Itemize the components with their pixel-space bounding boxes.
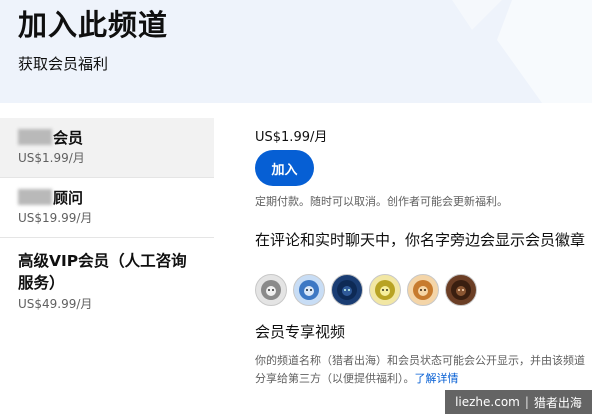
selected-tier-price: US$1.99/月 xyxy=(255,130,328,145)
redacted-text xyxy=(18,189,52,205)
site-watermark: liezhe.com | 猎者出海 xyxy=(445,390,592,414)
tier-name: 顾问 xyxy=(18,188,214,208)
lion-badge-icon xyxy=(369,274,401,306)
redacted-text xyxy=(18,129,52,145)
lion-badge-icon xyxy=(407,274,439,306)
tier-details: US$1.99/月 加入 定期付款。随时可以取消。创作者可能会更新福利。 在评论… xyxy=(255,118,585,385)
tier-name-line2: 服务） xyxy=(18,274,65,292)
lion-badge-icon xyxy=(445,274,477,306)
lion-badge-icon xyxy=(331,274,363,306)
lion-badge-icon xyxy=(255,274,287,306)
tier-name-label: 顾问 xyxy=(53,189,84,207)
page-header: 加入此频道 获取会员福利 xyxy=(0,0,592,103)
perk-badge-title: 在评论和实时聊天中，你名字旁边会显示会员徽章 xyxy=(255,231,586,249)
tier-name-line1: 高级VIP会员（人工咨询 xyxy=(18,252,187,270)
page-title: 加入此频道 xyxy=(18,8,169,42)
tier-list: 会员 US$1.99/月 顾问 US$19.99/月 高级VIP会员（人工咨询 … xyxy=(0,118,214,318)
tier-name: 高级VIP会员（人工咨询 服务） xyxy=(18,250,214,294)
billing-note: 定期付款。随时可以取消。创作者可能会更新福利。 xyxy=(255,195,508,208)
learn-more-link[interactable]: 了解详情 xyxy=(415,372,459,385)
tier-price: US$19.99/月 xyxy=(18,211,93,225)
page-subtitle: 获取会员福利 xyxy=(18,55,109,73)
privacy-note: 你的频道名称（猎者出海）和会员状态可能会公开显示，并由该频道分享给第三方（以便提… xyxy=(255,352,585,388)
tier-price: US$49.99/月 xyxy=(18,297,93,311)
tier-item-vip[interactable]: 高级VIP会员（人工咨询 服务） US$49.99/月 xyxy=(0,238,214,318)
exclusive-videos-title: 会员专享视频 xyxy=(255,323,346,341)
join-button[interactable]: 加入 xyxy=(255,150,314,186)
tier-item-advisor[interactable]: 顾问 US$19.99/月 xyxy=(0,178,214,238)
watermark-site: liezhe.com xyxy=(455,395,520,409)
tier-price: US$1.99/月 xyxy=(18,151,85,165)
watermark-brand: 猎者出海 xyxy=(533,395,582,410)
tier-name: 会员 xyxy=(18,128,214,148)
header-decoration xyxy=(452,0,592,103)
watermark-separator: | xyxy=(524,395,529,409)
tier-name-label: 会员 xyxy=(53,129,84,147)
badge-list xyxy=(255,274,477,306)
lion-badge-icon xyxy=(293,274,325,306)
tier-item-basic[interactable]: 会员 US$1.99/月 xyxy=(0,118,214,178)
